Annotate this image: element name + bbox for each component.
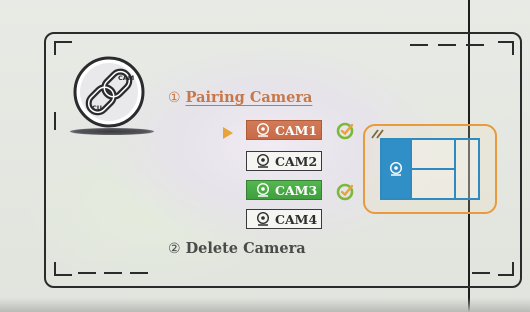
frame-dash (410, 44, 428, 46)
logo-text-bottom: CU (92, 104, 102, 112)
frame-corner-bottom-right (498, 262, 514, 276)
split-screen-grid (380, 138, 480, 200)
menu-item-delete-camera[interactable]: ② Delete Camera (168, 240, 306, 257)
frame-dash (472, 272, 490, 274)
camera-label: CAM1 (275, 122, 318, 138)
active-view-pane (382, 140, 410, 198)
menu-item-label: Delete Camera (185, 240, 306, 257)
camera-slot-cam2[interactable]: CAM2 (246, 151, 322, 171)
monitor-edge-bottom (0, 298, 530, 312)
cam-link-logo: CAM CU (72, 55, 146, 129)
camera-label: CAM2 (275, 153, 318, 169)
frame-dash-vertical (54, 112, 56, 130)
frame-dash (78, 272, 96, 274)
frame-dash (130, 272, 148, 274)
grid-divider (454, 140, 456, 198)
frame-dash (104, 272, 122, 274)
check-circle-icon (336, 183, 354, 201)
menu-item-pairing-camera[interactable]: ① Pairing Camera (168, 89, 312, 106)
frame-dash (438, 44, 456, 46)
chain-link-icon: CAM CU (73, 56, 145, 128)
webcam-icon (257, 212, 269, 226)
webcam-icon (390, 162, 402, 176)
menu-item-number: ② (168, 241, 181, 257)
frame-corner-top-right (498, 41, 514, 55)
menu-item-label: Pairing Camera (185, 89, 313, 106)
camera-slot-cam4[interactable]: CAM4 (246, 209, 322, 229)
camera-slot-cam1[interactable]: CAM1 (246, 120, 322, 140)
logo-text-top: CAM (118, 74, 134, 82)
camera-slot-cam3[interactable]: CAM3 (246, 180, 322, 200)
check-circle-icon (336, 122, 354, 140)
webcam-icon (257, 154, 269, 168)
camera-label: CAM4 (275, 211, 318, 227)
camera-label: CAM3 (275, 182, 318, 198)
grid-divider (410, 168, 454, 170)
frame-dash (466, 44, 484, 46)
webcam-icon (257, 183, 269, 197)
webcam-icon (257, 123, 269, 137)
triangle-arrow-icon (223, 127, 233, 139)
logo-shadow (70, 128, 154, 135)
frame-corner-top-left (54, 41, 72, 55)
menu-item-number: ① (168, 90, 181, 106)
frame-corner-bottom-left (54, 262, 72, 276)
